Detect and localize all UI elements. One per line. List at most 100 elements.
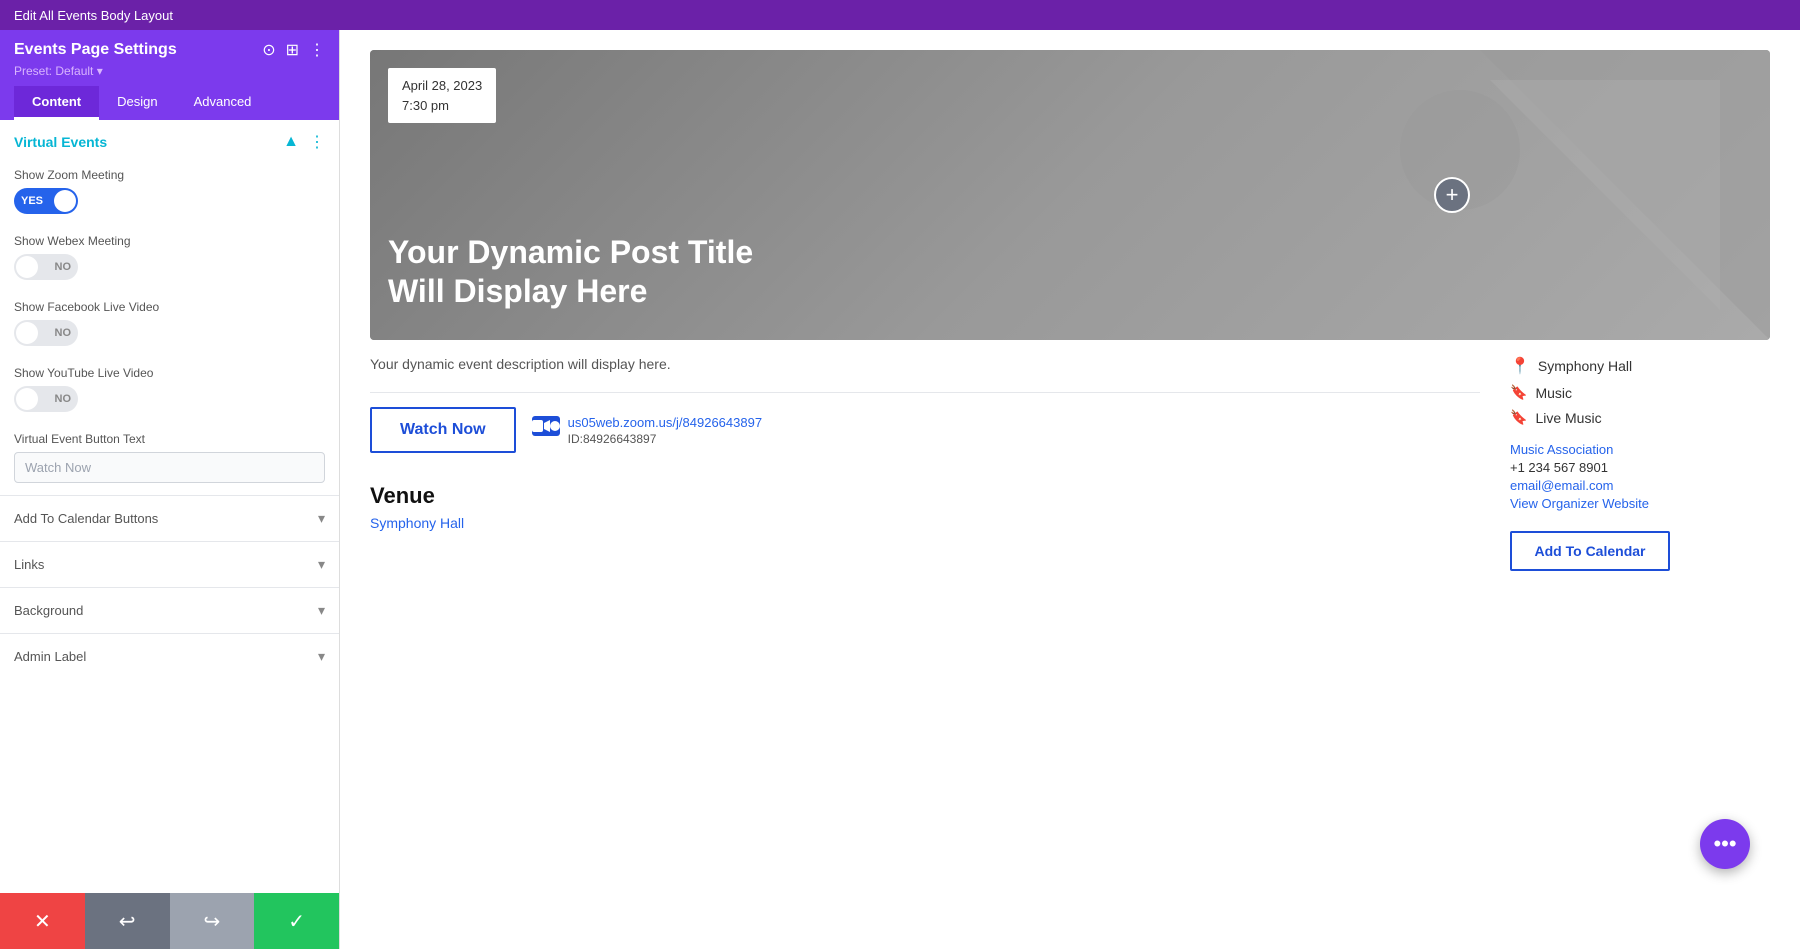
zoom-meeting-link[interactable]: us05web.zoom.us/j/84926643897 (568, 415, 762, 430)
venue-info-item: 📍 Symphony Hall (1510, 356, 1770, 376)
fab-icon: ••• (1713, 831, 1736, 857)
virtual-button-text-label: Virtual Event Button Text (14, 432, 325, 446)
category-music: Music (1535, 385, 1572, 401)
chevron-down-icon-calendar: ▾ (318, 510, 325, 527)
virtual-button-text-field: Virtual Event Button Text (0, 424, 339, 495)
organizer-phone: +1 234 567 8901 (1510, 460, 1770, 475)
sidebar-tabs: Content Design Advanced (14, 86, 325, 120)
save-button[interactable]: ✓ (254, 893, 339, 949)
show-webex-label: Show Webex Meeting (14, 234, 325, 248)
show-zoom-meeting-field: Show Zoom Meeting YES (0, 160, 339, 226)
organizer-website-link[interactable]: View Organizer Website (1510, 496, 1770, 511)
content-area: April 28, 2023 7:30 pm Your Dynamic Post… (340, 30, 1800, 949)
collapse-icon[interactable]: ▲ (283, 133, 299, 151)
chevron-down-icon-links: ▾ (318, 556, 325, 573)
zoom-info: us05web.zoom.us/j/84926643897 ID:8492664… (532, 414, 762, 446)
zoom-link-group: us05web.zoom.us/j/84926643897 ID:8492664… (568, 414, 762, 446)
grid-icon[interactable]: ⊞ (286, 40, 299, 60)
show-zoom-toggle-row: YES (14, 188, 325, 214)
show-webex-toggle[interactable]: NO (14, 254, 78, 280)
tag-icon-2: 🔖 (1510, 409, 1527, 426)
sidebar: Events Page Settings ⊙ ⊞ ⋮ Preset: Defau… (0, 30, 340, 949)
floating-action-button[interactable]: ••• (1700, 819, 1750, 869)
venue-link[interactable]: Symphony Hall (370, 515, 464, 531)
toggle-knob-2 (16, 256, 38, 278)
focus-icon[interactable]: ⊙ (262, 40, 275, 60)
background-header[interactable]: Background ▾ (0, 588, 339, 633)
links-section: Links ▾ (0, 541, 339, 587)
admin-label-header[interactable]: Admin Label ▾ (0, 634, 339, 679)
toggle-knob-4 (16, 388, 38, 410)
tab-design[interactable]: Design (99, 86, 175, 120)
bottom-toolbar: ✕ ↩ ↪ ✓ (0, 893, 339, 949)
hero-triangle-2 (1490, 80, 1720, 310)
admin-label-section: Admin Label ▾ (0, 633, 339, 679)
category-live-music: Live Music (1535, 410, 1601, 426)
show-youtube-label: Show YouTube Live Video (14, 366, 325, 380)
sidebar-content: Virtual Events ▲ ⋮ Show Zoom Meeting YES (0, 120, 339, 893)
category-music-item: 🔖 Music (1510, 384, 1770, 401)
virtual-button-text-input[interactable] (14, 452, 325, 483)
hero-time: 7:30 pm (402, 96, 482, 116)
venue-section: Venue Symphony Hall (370, 483, 1480, 533)
venue-section-title: Venue (370, 483, 1480, 509)
virtual-events-title: Virtual Events (14, 134, 107, 150)
toggle-no-label-webex: NO (55, 261, 72, 273)
background-section: Background ▾ (0, 587, 339, 633)
event-description: Your dynamic event description will disp… (370, 356, 1480, 372)
tab-content[interactable]: Content (14, 86, 99, 120)
venue-name: Symphony Hall (1538, 358, 1632, 374)
watch-now-button[interactable]: Watch Now (370, 407, 516, 453)
location-icon: 📍 (1510, 356, 1530, 376)
section-header-icons: ▲ ⋮ (283, 132, 325, 152)
organizer-name-link[interactable]: Music Association (1510, 442, 1770, 457)
show-webex-toggle-row: NO (14, 254, 325, 280)
show-zoom-toggle[interactable]: YES (14, 188, 78, 214)
add-to-calendar-section: Add To Calendar Buttons ▾ (0, 495, 339, 541)
chevron-down-icon-admin: ▾ (318, 648, 325, 665)
show-youtube-toggle-row: NO (14, 386, 325, 412)
add-to-calendar-header[interactable]: Add To Calendar Buttons ▾ (0, 496, 339, 541)
background-label: Background (14, 603, 83, 618)
links-header[interactable]: Links ▾ (0, 542, 339, 587)
sidebar-header: Events Page Settings ⊙ ⊞ ⋮ Preset: Defau… (0, 30, 339, 120)
show-youtube-live-field: Show YouTube Live Video NO (0, 358, 339, 424)
admin-label-label: Admin Label (14, 649, 86, 664)
zoom-icon (532, 416, 560, 436)
main-column: Your dynamic event description will disp… (370, 356, 1480, 571)
hero-add-button[interactable]: + (1434, 177, 1470, 213)
sidebar-title: Events Page Settings (14, 41, 177, 59)
sidebar-preset[interactable]: Preset: Default ▾ (14, 64, 325, 78)
hero-date-box: April 28, 2023 7:30 pm (388, 68, 496, 123)
toggle-knob-3 (16, 322, 38, 344)
add-to-calendar-label: Add To Calendar Buttons (14, 511, 158, 526)
redo-button[interactable]: ↪ (170, 893, 255, 949)
more-icon[interactable]: ⋮ (309, 40, 325, 60)
links-label: Links (14, 557, 44, 572)
cancel-button[interactable]: ✕ (0, 893, 85, 949)
show-facebook-toggle-row: NO (14, 320, 325, 346)
two-col-layout: Your dynamic event description will disp… (370, 356, 1770, 571)
toggle-yes-label: YES (21, 195, 43, 207)
undo-button[interactable]: ↩ (85, 893, 170, 949)
top-bar-label: Edit All Events Body Layout (14, 8, 173, 23)
hero-banner: April 28, 2023 7:30 pm Your Dynamic Post… (370, 50, 1770, 340)
toggle-no-label-fb: NO (55, 327, 72, 339)
top-bar: Edit All Events Body Layout (0, 0, 1800, 30)
section-more-icon[interactable]: ⋮ (309, 132, 325, 152)
show-facebook-live-field: Show Facebook Live Video NO (0, 292, 339, 358)
side-column: 📍 Symphony Hall 🔖 Music 🔖 Live Music Mus… (1510, 356, 1770, 571)
tab-advanced[interactable]: Advanced (176, 86, 270, 120)
toggle-knob (54, 190, 76, 212)
add-to-calendar-button[interactable]: Add To Calendar (1510, 531, 1670, 571)
category-live-music-item: 🔖 Live Music (1510, 409, 1770, 426)
virtual-events-header: Virtual Events ▲ ⋮ (0, 120, 339, 160)
sidebar-title-icons: ⊙ ⊞ ⋮ (262, 40, 325, 60)
hero-title: Your Dynamic Post Title Will Display Her… (388, 233, 788, 310)
zoom-meeting-id: ID:84926643897 (568, 432, 762, 446)
show-facebook-toggle[interactable]: NO (14, 320, 78, 346)
show-facebook-label: Show Facebook Live Video (14, 300, 325, 314)
organizer-email-link[interactable]: email@email.com (1510, 478, 1770, 493)
show-youtube-toggle[interactable]: NO (14, 386, 78, 412)
tag-icon-1: 🔖 (1510, 384, 1527, 401)
